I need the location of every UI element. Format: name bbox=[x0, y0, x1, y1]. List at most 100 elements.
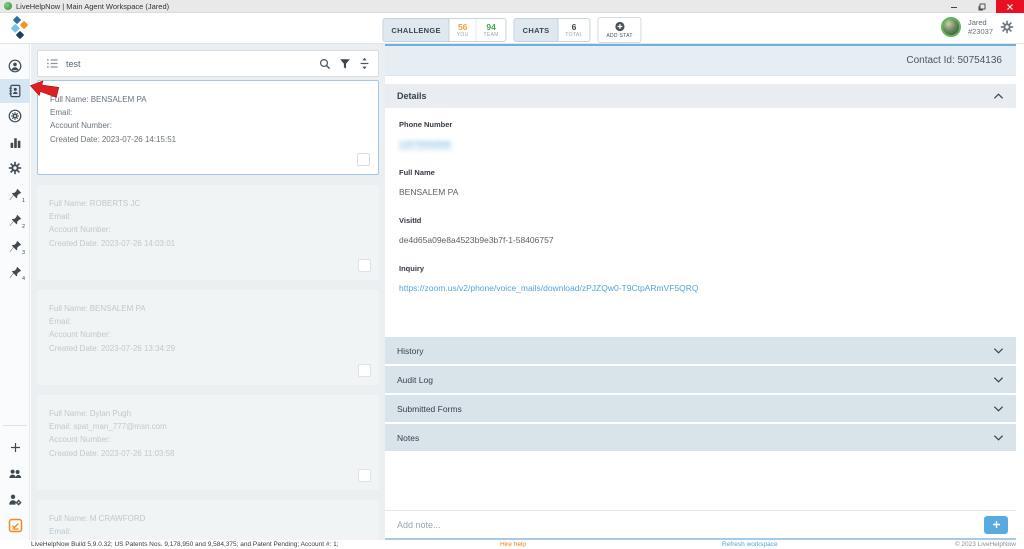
inquiry-label: Inquiry bbox=[399, 264, 1002, 273]
add-stat-button[interactable]: ADD STAT bbox=[598, 17, 642, 43]
card-checkbox[interactable] bbox=[358, 364, 371, 377]
rail-item-pin-4[interactable]: 4 bbox=[0, 259, 30, 285]
rail-item-forms[interactable] bbox=[0, 512, 30, 538]
add-stat-plus-icon bbox=[614, 21, 625, 32]
chevron-down-icon bbox=[993, 347, 1004, 355]
card-email: Email: bbox=[49, 525, 369, 538]
contact-id: Contact Id: 50754136 bbox=[906, 55, 1002, 66]
rail-item-pin-1[interactable]: 1 bbox=[0, 181, 30, 207]
challenge-team-stat: 94 TEAM bbox=[476, 19, 506, 41]
field-phone-number: Phone Number 12075550000 bbox=[399, 120, 1002, 152]
card-checkbox[interactable] bbox=[358, 259, 371, 272]
rail-item-operator[interactable] bbox=[0, 53, 30, 79]
list-icon[interactable] bbox=[46, 57, 59, 70]
pin-1-icon bbox=[9, 188, 22, 201]
visitid-label: VisitId bbox=[399, 216, 1002, 225]
sort-icon[interactable] bbox=[359, 57, 370, 70]
full-name-value: BENSALEM PA bbox=[399, 187, 458, 197]
pin-3-icon bbox=[9, 240, 22, 253]
window-title: LiveHelpNow | Main Agent Workspace (Jare… bbox=[16, 2, 169, 11]
rail-item-agent-settings[interactable] bbox=[0, 103, 30, 129]
pin-3-number: 3 bbox=[22, 250, 25, 256]
notes-title: Notes bbox=[397, 433, 419, 443]
search-input[interactable] bbox=[66, 59, 312, 69]
full-name-label: Full Name bbox=[399, 168, 1002, 177]
contact-card[interactable]: Full Name:BENSALEM PA Email: Account Num… bbox=[37, 290, 379, 385]
challenge-widget[interactable]: CHALLENGE 56 YOU 94 TEAM bbox=[382, 18, 506, 42]
contact-list-panel: Full Name:BENSALEM PA Email: Account Num… bbox=[31, 44, 385, 540]
card-checkbox[interactable] bbox=[358, 469, 371, 482]
add-note-button[interactable] bbox=[984, 516, 1008, 534]
challenge-you-value: 56 bbox=[458, 23, 467, 32]
chats-widget[interactable]: CHATS 6 TOTAL bbox=[514, 18, 591, 42]
contact-card[interactable]: Full Name:ROBERTS JC Email: Account Numb… bbox=[37, 185, 379, 280]
avatar[interactable] bbox=[941, 17, 961, 37]
challenge-team-caption: TEAM bbox=[484, 32, 499, 38]
rail-item-team[interactable] bbox=[0, 460, 30, 486]
challenge-team-value: 94 bbox=[486, 23, 495, 32]
rail-item-pin-3[interactable]: 3 bbox=[0, 233, 30, 259]
card-account-number: Account Number: bbox=[49, 433, 369, 446]
card-account-number: Account Number: bbox=[50, 119, 368, 132]
team-icon bbox=[8, 467, 22, 480]
close-button[interactable] bbox=[996, 0, 1024, 13]
card-account-number: Account Number: bbox=[49, 328, 369, 341]
section-audit-log[interactable]: Audit Log bbox=[385, 366, 1016, 393]
card-created-date: Created Date:2023-07-26 11:03:58 bbox=[49, 447, 369, 460]
contact-search-bar bbox=[37, 50, 379, 77]
copyright: © 2023 LiveHelpNow bbox=[955, 541, 1016, 548]
chats-total-caption: TOTAL bbox=[565, 32, 582, 38]
section-submitted-forms[interactable]: Submitted Forms bbox=[385, 395, 1016, 422]
app-window: LiveHelpNow | Main Agent Workspace (Jare… bbox=[0, 0, 1024, 549]
add-note-input[interactable] bbox=[397, 520, 976, 530]
rail-item-settings[interactable] bbox=[0, 155, 30, 181]
challenge-button[interactable]: CHALLENGE bbox=[383, 19, 449, 41]
maximize-button[interactable] bbox=[968, 0, 996, 13]
rail-item-reports[interactable] bbox=[0, 129, 30, 155]
rail-item-contacts[interactable] bbox=[0, 79, 30, 103]
chats-button[interactable]: CHATS bbox=[515, 19, 559, 41]
contact-card[interactable]: Full Name:Dylan Pugh Email:spat_man_777@… bbox=[37, 395, 379, 490]
history-title: History bbox=[397, 346, 423, 356]
app-icon bbox=[4, 2, 12, 10]
rail-item-user-settings[interactable] bbox=[0, 486, 30, 512]
challenge-you-caption: YOU bbox=[457, 32, 469, 38]
chats-total-value: 6 bbox=[572, 23, 577, 32]
card-checkbox[interactable] bbox=[357, 153, 370, 166]
livehelpnow-logo bbox=[8, 16, 32, 42]
details-body: Phone Number 12075550000 Full Name BENSA… bbox=[385, 108, 1016, 337]
rail-item-pin-2[interactable]: 2 bbox=[0, 207, 30, 233]
pin-2-icon bbox=[9, 214, 22, 227]
section-history[interactable]: History bbox=[385, 337, 1016, 364]
card-full-name: Full Name:M CRAWFORD bbox=[49, 512, 369, 525]
chevron-up-icon bbox=[993, 92, 1004, 100]
rail-item-add[interactable] bbox=[0, 434, 30, 460]
card-account-number: Account Number: bbox=[49, 223, 369, 236]
refresh-workspace-link[interactable]: Refresh workspace bbox=[722, 541, 778, 548]
chevron-down-icon bbox=[993, 434, 1004, 442]
phone-number-link[interactable]: 12075550000 bbox=[399, 139, 451, 150]
settings-gear-icon bbox=[8, 161, 22, 175]
minimize-button[interactable] bbox=[940, 0, 968, 13]
filter-icon[interactable] bbox=[339, 58, 351, 70]
left-icon-rail: 1 2 3 4 bbox=[0, 44, 30, 540]
field-inquiry: Inquiry https://zoom.us/v2/phone/voice_m… bbox=[399, 264, 1002, 296]
contact-card[interactable]: Full Name:M CRAWFORD Email: Account Numb… bbox=[37, 500, 379, 540]
section-details-header[interactable]: Details bbox=[385, 84, 1016, 108]
card-full-name: Full Name:Dylan Pugh bbox=[49, 407, 369, 420]
plus-icon bbox=[10, 442, 21, 453]
inquiry-link[interactable]: https://zoom.us/v2/phone/voice_mails/dow… bbox=[399, 283, 699, 293]
search-icon[interactable] bbox=[319, 58, 331, 70]
hire-help-link[interactable]: Hire help bbox=[500, 541, 526, 548]
agent-gear-icon bbox=[8, 109, 22, 123]
visitid-value: de4d65a09e8a4523b9e3b7f-1-58406757 bbox=[399, 235, 554, 245]
add-note-bar bbox=[385, 510, 1016, 538]
titlebar: LiveHelpNow | Main Agent Workspace (Jare… bbox=[0, 0, 1024, 13]
gear-icon[interactable] bbox=[1000, 20, 1014, 34]
pin-4-icon bbox=[9, 266, 22, 279]
user-id: #23037 bbox=[968, 27, 993, 36]
contact-card-selected[interactable]: Full Name:BENSALEM PA Email: Account Num… bbox=[37, 80, 379, 175]
app-header: CHALLENGE 56 YOU 94 TEAM CHATS 6 TOTAL bbox=[0, 13, 1024, 44]
rail-divider bbox=[3, 425, 27, 426]
section-notes[interactable]: Notes bbox=[385, 424, 1016, 451]
